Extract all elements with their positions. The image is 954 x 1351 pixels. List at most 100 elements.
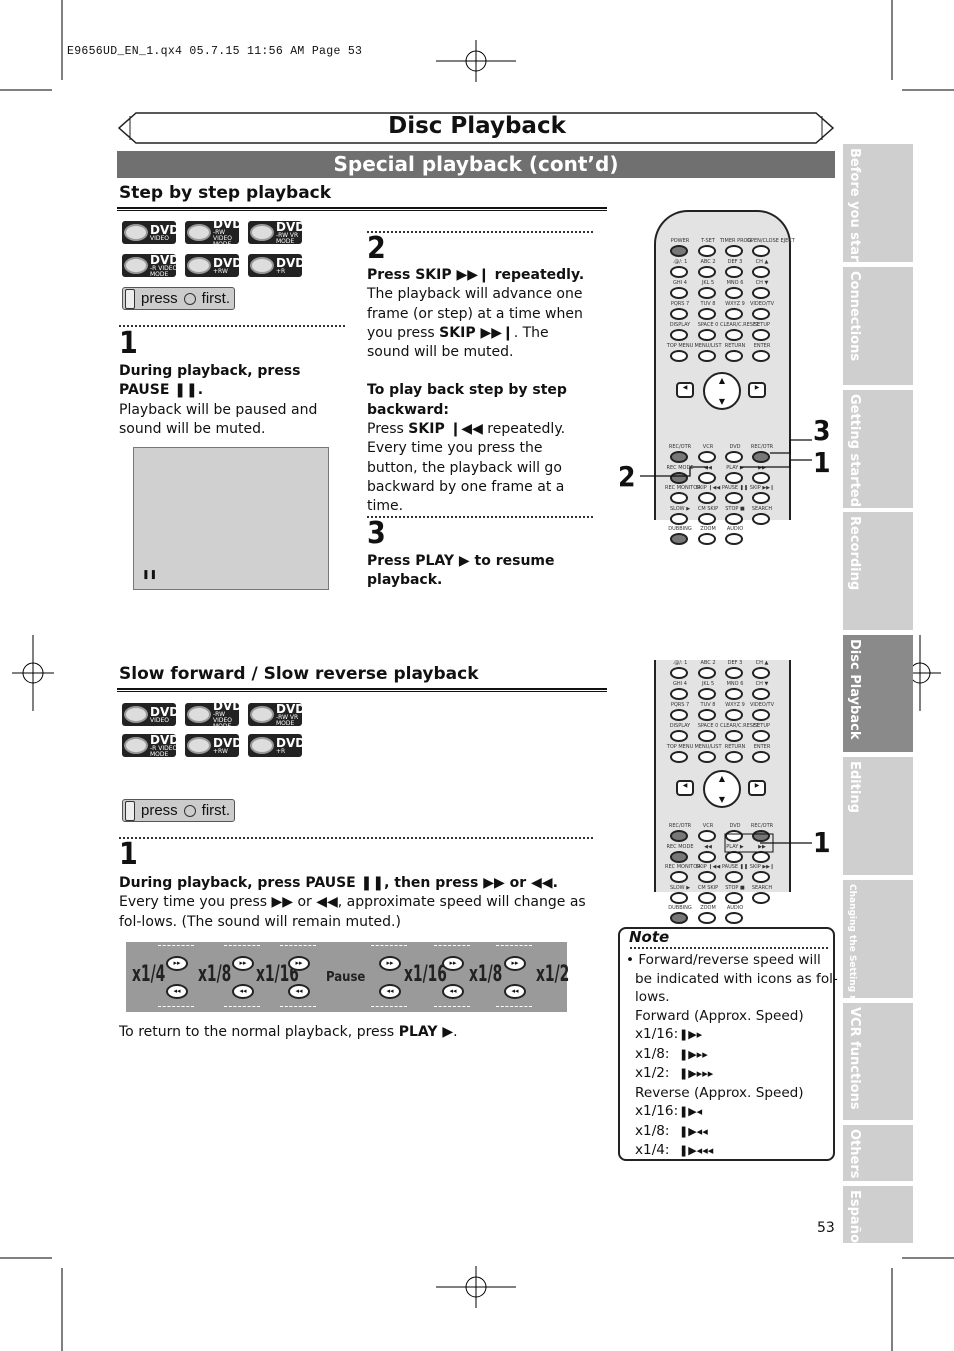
- remote-button[interactable]: [725, 492, 743, 504]
- remote-button[interactable]: [670, 830, 688, 842]
- remote-button[interactable]: [670, 751, 688, 763]
- remote-button[interactable]: [752, 751, 770, 763]
- remote-button[interactable]: [670, 730, 688, 742]
- remote-button[interactable]: [698, 308, 716, 320]
- remote-button[interactable]: [670, 912, 688, 924]
- remote-button[interactable]: [670, 533, 688, 545]
- remote-button[interactable]: [698, 688, 716, 700]
- remote-button[interactable]: [698, 451, 716, 463]
- side-tab[interactable]: Connections: [843, 267, 913, 385]
- remote-button[interactable]: [725, 871, 743, 883]
- remote-button[interactable]: [725, 667, 743, 679]
- remote-button[interactable]: [725, 451, 743, 463]
- remote-button[interactable]: [698, 912, 716, 924]
- remote-button[interactable]: [670, 245, 688, 257]
- remote-button[interactable]: [752, 871, 770, 883]
- remote-button[interactable]: [670, 850, 688, 863]
- remote-button[interactable]: [698, 871, 716, 883]
- remote-button[interactable]: [670, 287, 688, 299]
- speed-label: x1/16: [404, 962, 447, 987]
- remote-button[interactable]: [698, 350, 716, 362]
- remote-button[interactable]: [752, 245, 770, 257]
- side-tab[interactable]: VCR functions: [843, 1003, 913, 1120]
- remote-button[interactable]: [670, 451, 688, 463]
- remote-button[interactable]: [752, 667, 770, 679]
- side-tab[interactable]: Changing the Setting menu: [843, 880, 913, 1024]
- remote-button[interactable]: [752, 709, 770, 721]
- remote-button[interactable]: [752, 512, 770, 525]
- dpad[interactable]: ▲ ▼: [703, 372, 741, 410]
- right-arrow-button[interactable]: ▶: [748, 382, 766, 398]
- remote-button[interactable]: [725, 329, 743, 341]
- remote-button[interactable]: [725, 245, 743, 257]
- remote-button[interactable]: [752, 688, 770, 700]
- remote-button[interactable]: [698, 667, 716, 679]
- remote-button[interactable]: [725, 912, 743, 924]
- side-tab[interactable]: Editing: [843, 757, 913, 875]
- remote-button[interactable]: [698, 891, 716, 904]
- remote-button[interactable]: [725, 350, 743, 362]
- remote-button[interactable]: [670, 512, 688, 525]
- remote-button[interactable]: [698, 850, 716, 863]
- remote-button[interactable]: [698, 512, 716, 525]
- remote-button[interactable]: [752, 830, 770, 842]
- remote-button[interactable]: [670, 891, 688, 904]
- remote-button[interactable]: [752, 891, 770, 904]
- remote-button[interactable]: [725, 533, 743, 545]
- remote-button[interactable]: [752, 266, 770, 278]
- remote-button[interactable]: [725, 287, 743, 299]
- remote-button[interactable]: [670, 871, 688, 883]
- remote-button[interactable]: [670, 492, 688, 504]
- remote-button[interactable]: [698, 709, 716, 721]
- remote-button[interactable]: [698, 533, 716, 545]
- remote-button[interactable]: [698, 245, 716, 257]
- remote-button[interactable]: [698, 830, 716, 842]
- side-tab[interactable]: Recording: [843, 512, 913, 630]
- badge-main: DVD: [276, 255, 302, 270]
- remote-button[interactable]: [725, 730, 743, 742]
- remote-button[interactable]: [698, 287, 716, 299]
- dpad[interactable]: ▲ ▼: [703, 770, 741, 808]
- remote-button[interactable]: [725, 308, 743, 320]
- remote-button[interactable]: [752, 451, 770, 463]
- remote-button[interactable]: [670, 688, 688, 700]
- remote-button[interactable]: [670, 350, 688, 362]
- remote-button[interactable]: [725, 891, 743, 904]
- remote-button[interactable]: [725, 266, 743, 278]
- remote-button[interactable]: [752, 492, 770, 504]
- left-arrow-button[interactable]: ◀: [676, 780, 694, 796]
- remote-button[interactable]: [725, 688, 743, 700]
- remote-button[interactable]: [725, 830, 743, 842]
- remote-button[interactable]: [698, 751, 716, 763]
- remote-button[interactable]: [725, 850, 743, 863]
- remote-button[interactable]: [670, 667, 688, 679]
- remote-button[interactable]: [725, 751, 743, 763]
- remote-button[interactable]: [670, 329, 688, 341]
- remote-button[interactable]: [752, 850, 770, 863]
- remote-button[interactable]: [725, 709, 743, 721]
- remote-button[interactable]: [670, 266, 688, 278]
- right-arrow-button[interactable]: ▶: [748, 780, 766, 796]
- remote-button[interactable]: [698, 266, 716, 278]
- remote-button[interactable]: [752, 730, 770, 742]
- remote-button[interactable]: [698, 730, 716, 742]
- remote-button[interactable]: [670, 471, 688, 484]
- remote-button[interactable]: [752, 329, 770, 341]
- side-tab[interactable]: Getting started: [843, 390, 913, 508]
- side-tab[interactable]: Español: [843, 1186, 913, 1247]
- side-tab[interactable]: Before you start: [843, 144, 913, 268]
- side-tab[interactable]: Others: [843, 1125, 913, 1181]
- remote-button[interactable]: [725, 512, 743, 525]
- remote-button[interactable]: [752, 308, 770, 320]
- remote-button[interactable]: [725, 471, 743, 484]
- remote-button[interactable]: [698, 471, 716, 484]
- remote-button[interactable]: [698, 329, 716, 341]
- remote-button[interactable]: [670, 709, 688, 721]
- left-arrow-button[interactable]: ◀: [676, 382, 694, 398]
- remote-button[interactable]: [752, 350, 770, 362]
- side-tab[interactable]: Disc Playback: [843, 635, 913, 752]
- remote-button[interactable]: [670, 308, 688, 320]
- remote-button[interactable]: [752, 287, 770, 299]
- remote-button[interactable]: [698, 492, 716, 504]
- remote-button[interactable]: [752, 471, 770, 484]
